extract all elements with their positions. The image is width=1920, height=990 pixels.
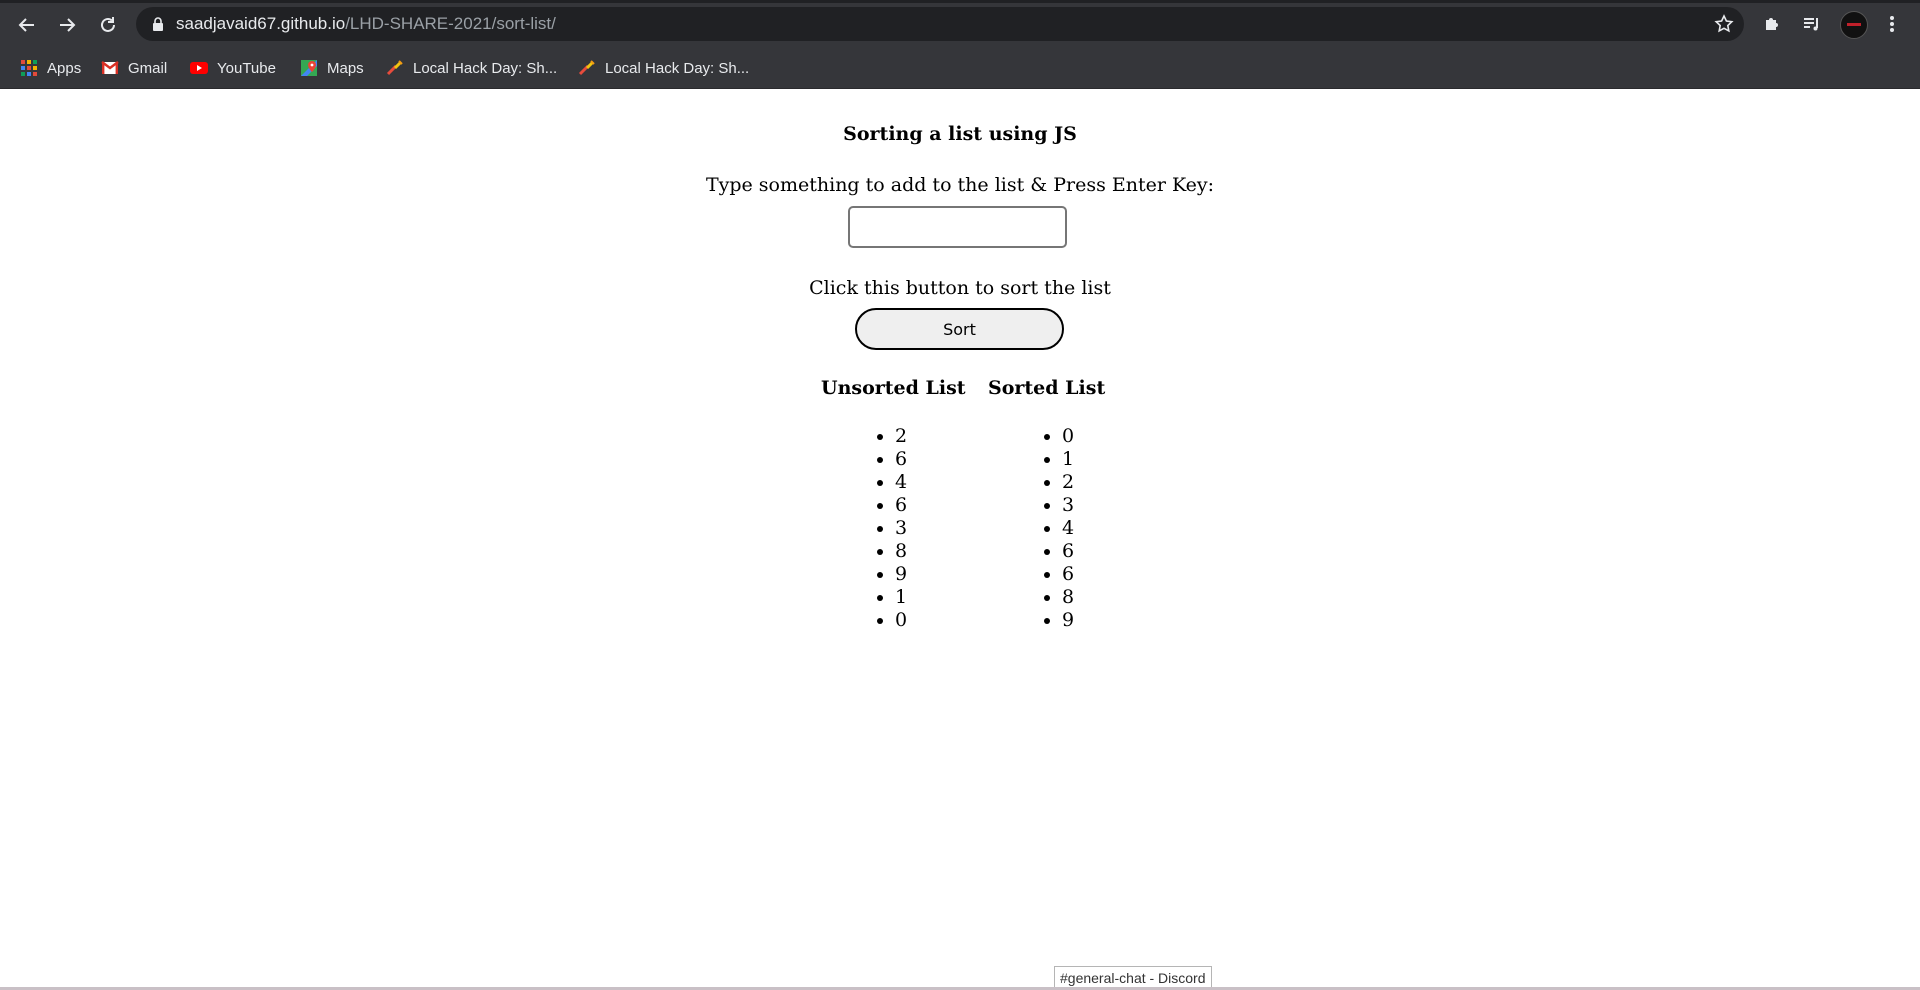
tab-strip-edge xyxy=(0,0,1920,3)
bookmark-youtube[interactable]: YouTube xyxy=(190,57,276,79)
reload-icon xyxy=(101,17,115,32)
gmail-icon xyxy=(101,59,119,77)
sorted-list-heading: Sorted List xyxy=(988,377,1106,399)
bookmark-label: YouTube xyxy=(217,59,276,77)
url-host: saadjavaid67.github.io xyxy=(176,14,346,33)
sorted-list-item: 0 xyxy=(1042,425,1074,448)
sorted-list-item: 8 xyxy=(1042,586,1074,609)
media-control-button[interactable] xyxy=(1800,12,1824,36)
puzzle-icon xyxy=(1766,18,1778,30)
bookmark-local-hack-day-2[interactable]: Local Hack Day: Sh... xyxy=(578,57,749,79)
unsorted-list-item: 2 xyxy=(875,425,907,448)
unsorted-list-item: 8 xyxy=(875,540,907,563)
unsorted-list-item: 0 xyxy=(875,609,907,632)
sorted-list-item: 9 xyxy=(1042,609,1074,632)
sort-button[interactable]: Sort xyxy=(855,308,1064,350)
unsorted-list-item: 4 xyxy=(875,471,907,494)
url-text: saadjavaid67.github.io/LHD-SHARE-2021/so… xyxy=(176,14,556,34)
add-item-input[interactable] xyxy=(848,206,1067,248)
page-title: Sorting a list using JS xyxy=(843,123,1077,145)
sorted-list-item: 6 xyxy=(1042,563,1074,586)
kebab-menu-icon xyxy=(1890,16,1894,32)
youtube-icon xyxy=(190,59,208,77)
url-path: /LHD-SHARE-2021/sort-list/ xyxy=(345,14,556,33)
browser-toolbar: saadjavaid67.github.io/LHD-SHARE-2021/so… xyxy=(0,0,1920,48)
apps-grid-icon xyxy=(20,59,38,77)
unsorted-list: 264638910 xyxy=(875,425,907,632)
page-content: Sorting a list using JS Type something t… xyxy=(0,89,1920,990)
sorted-list-item: 2 xyxy=(1042,471,1074,494)
playlist-icon xyxy=(1804,18,1818,31)
bookmark-maps[interactable]: Maps xyxy=(300,57,364,79)
back-button[interactable] xyxy=(13,11,41,39)
sorted-list-item: 6 xyxy=(1042,540,1074,563)
unsorted-list-item: 3 xyxy=(875,517,907,540)
mlh-icon xyxy=(578,59,596,77)
sorted-list-item: 1 xyxy=(1042,448,1074,471)
reload-button[interactable] xyxy=(94,11,122,39)
maps-icon xyxy=(300,59,318,77)
bookmark-apps[interactable]: Apps xyxy=(20,57,81,79)
unsorted-list-item: 9 xyxy=(875,563,907,586)
bookmark-star-icon[interactable] xyxy=(1714,14,1734,34)
mlh-icon xyxy=(386,59,404,77)
sorted-list-item: 4 xyxy=(1042,517,1074,540)
sorted-list-item: 3 xyxy=(1042,494,1074,517)
forward-button[interactable] xyxy=(53,11,81,39)
back-arrow-icon xyxy=(18,18,34,32)
unsorted-list-item: 6 xyxy=(875,494,907,517)
profile-avatar[interactable] xyxy=(1840,11,1868,39)
bookmark-label: Local Hack Day: Sh... xyxy=(605,59,750,77)
bookmark-gmail[interactable]: Gmail xyxy=(101,57,167,79)
unsorted-list-item: 1 xyxy=(875,586,907,609)
bookmark-local-hack-day-1[interactable]: Local Hack Day: Sh... xyxy=(386,57,557,79)
unsorted-list-heading: Unsorted List xyxy=(821,377,966,399)
bookmark-label: Apps xyxy=(47,59,82,77)
forward-arrow-icon xyxy=(60,18,76,32)
add-item-prompt: Type something to add to the list & Pres… xyxy=(705,174,1215,196)
bookmark-label: Local Hack Day: Sh... xyxy=(413,59,558,77)
extensions-button[interactable] xyxy=(1760,12,1784,36)
lock-icon xyxy=(153,17,163,31)
bookmark-label: Maps xyxy=(327,59,364,77)
sorted-list: 012346689 xyxy=(1042,425,1074,632)
bookmark-label: Gmail xyxy=(128,59,168,77)
unsorted-list-item: 6 xyxy=(875,448,907,471)
sort-prompt: Click this button to sort the list xyxy=(809,277,1111,299)
bookmarks-bar: Apps Gmail YouTube Maps Local Hack Day: … xyxy=(0,48,1920,89)
menu-button[interactable] xyxy=(1880,12,1904,36)
address-bar[interactable]: saadjavaid67.github.io/LHD-SHARE-2021/so… xyxy=(136,7,1744,41)
